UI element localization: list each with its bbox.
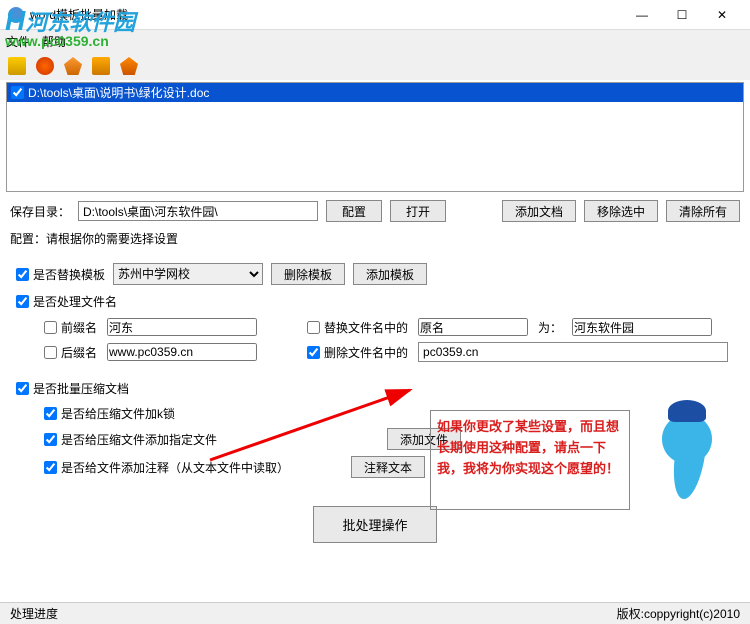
toolbar-icon-2[interactable] (36, 57, 54, 75)
genie-icon[interactable] (642, 400, 732, 510)
compress-add-file-check[interactable]: 是否给压缩文件添加指定文件 (44, 431, 217, 448)
add-doc-button[interactable]: 添加文档 (502, 200, 576, 222)
comment-text-button[interactable]: 注释文本 (351, 456, 425, 478)
minimize-button[interactable]: — (622, 1, 662, 29)
tip-message-box: 如果你更改了某些设置，而且想长期使用这种配置，请点一下我，我将为你实现这个愿望的… (430, 410, 630, 510)
replace-in-name-check[interactable]: 替换文件名中的 (307, 319, 408, 336)
delete-in-name-input[interactable] (418, 342, 728, 362)
titlebar: word模板批量加载 — ☐ ✕ (0, 0, 750, 30)
suffix-input[interactable] (107, 343, 257, 361)
toolbar-icon-1[interactable] (8, 57, 26, 75)
open-button[interactable]: 打开 (390, 200, 446, 222)
status-left: 处理进度 (10, 605, 58, 622)
config-button[interactable]: 配置 (326, 200, 382, 222)
maximize-button[interactable]: ☐ (662, 1, 702, 29)
config-area: 是否替换模板 苏州中学网校 删除模板 添加模板 是否处理文件名 前缀名 替换文件… (0, 249, 750, 490)
batch-compress-check[interactable]: 是否批量压缩文档 (16, 380, 129, 397)
status-right: 版权:coppyright(c)2010 (617, 605, 740, 622)
delete-in-name-check[interactable]: 删除文件名中的 (307, 344, 408, 361)
close-button[interactable]: ✕ (702, 1, 742, 29)
config-title: 配置：请根据你的需要选择设置 (0, 228, 750, 249)
file-checkbox[interactable] (11, 86, 24, 99)
suffix-check[interactable]: 后缀名 (44, 344, 97, 361)
batch-process-button[interactable]: 批处理操作 (313, 506, 436, 543)
prefix-input[interactable] (107, 318, 257, 336)
file-list[interactable]: D:\tools\桌面\说明书\绿化设计.doc (6, 82, 744, 192)
replace-to-input[interactable] (572, 318, 712, 336)
menubar: 文件 帮助 (0, 30, 750, 52)
statusbar: 处理进度 版权:coppyright(c)2010 (0, 602, 750, 624)
add-template-button[interactable]: 添加模板 (353, 263, 427, 285)
replace-from-input[interactable] (418, 318, 528, 336)
replace-template-check[interactable]: 是否替换模板 (16, 266, 105, 283)
remove-selected-button[interactable]: 移除选中 (584, 200, 658, 222)
file-path: D:\tools\桌面\说明书\绿化设计.doc (28, 84, 209, 101)
file-row[interactable]: D:\tools\桌面\说明书\绿化设计.doc (7, 83, 743, 102)
toolbar (0, 52, 750, 80)
compress-comment-check[interactable]: 是否给文件添加注释（从文本文件中读取） (44, 459, 289, 476)
toolbar-icon-4[interactable] (92, 57, 110, 75)
clear-all-button[interactable]: 清除所有 (666, 200, 740, 222)
toolbar-icon-5[interactable] (120, 57, 138, 75)
save-row: 保存目录： 配置 打开 添加文档 移除选中 清除所有 (0, 194, 750, 228)
prefix-check[interactable]: 前缀名 (44, 319, 97, 336)
replace-to-label: 为： (538, 319, 562, 336)
compress-lock-check[interactable]: 是否给压缩文件加k锁 (44, 405, 175, 422)
template-select[interactable]: 苏州中学网校 (113, 263, 263, 285)
menu-help[interactable]: 帮助 (42, 33, 66, 50)
save-label: 保存目录： (10, 203, 70, 220)
window-title: word模板批量加载 (30, 6, 622, 23)
menu-file[interactable]: 文件 (6, 33, 30, 50)
process-filename-check[interactable]: 是否处理文件名 (16, 293, 117, 310)
delete-template-button[interactable]: 删除模板 (271, 263, 345, 285)
app-icon (8, 7, 24, 23)
save-path-input[interactable] (78, 201, 318, 221)
toolbar-icon-3[interactable] (64, 57, 82, 75)
